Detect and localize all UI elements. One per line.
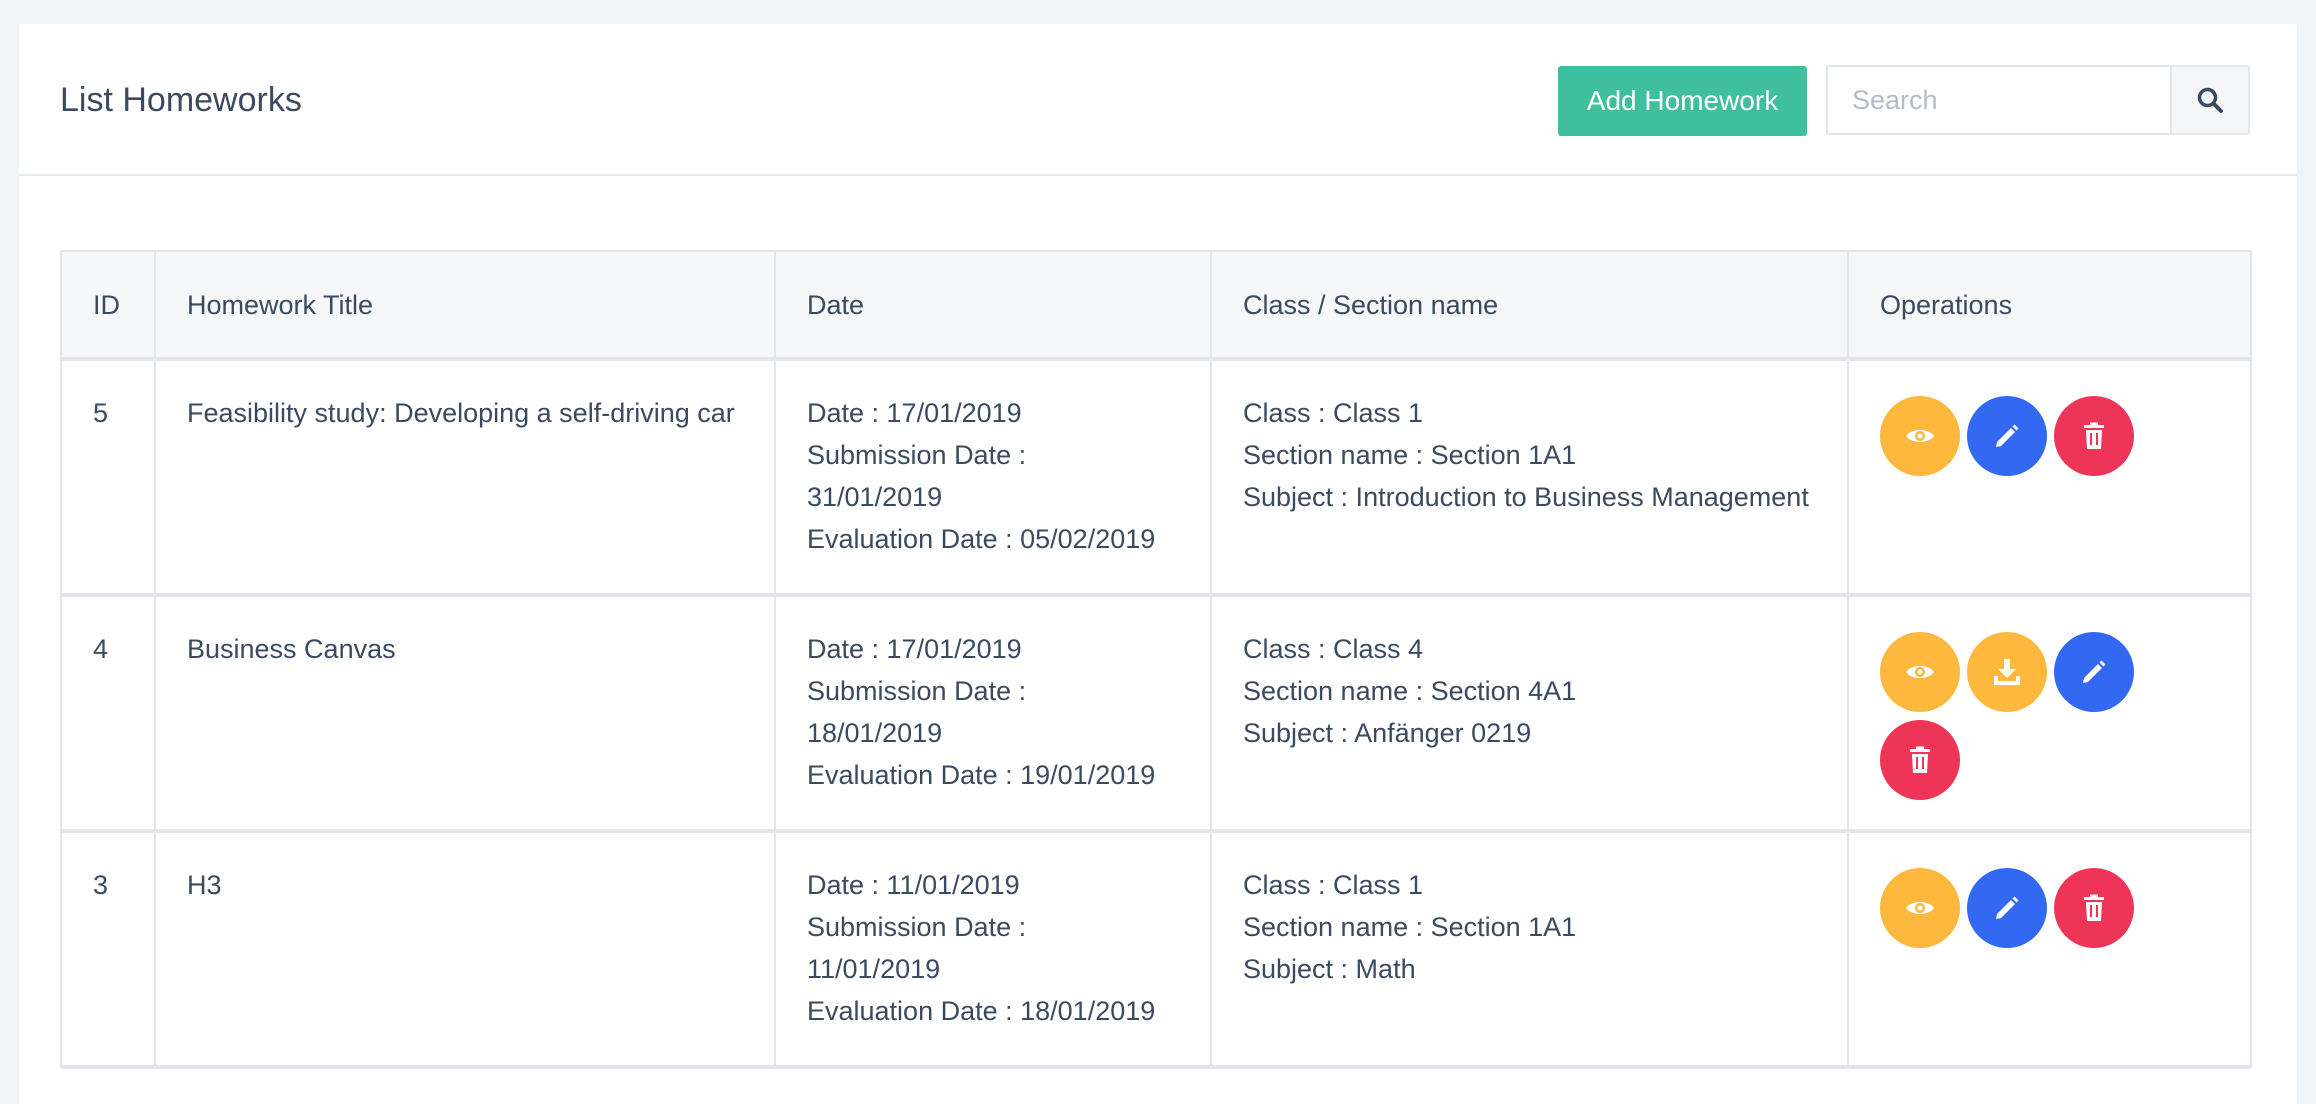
eye-icon xyxy=(1906,430,1934,442)
class-line: Class : Class 1 xyxy=(1243,398,1424,428)
delete-button[interactable] xyxy=(2054,396,2134,476)
edit-button[interactable] xyxy=(1967,396,2047,476)
cell-dates: Date : 17/01/2019 Submission Date : 31/0… xyxy=(774,358,1212,597)
operations-group xyxy=(1880,396,2150,476)
submission-date-value: 31/01/2019 xyxy=(807,482,943,512)
date-line: Date : 17/01/2019 xyxy=(807,634,1022,664)
view-button[interactable] xyxy=(1880,632,1960,712)
pencil-icon xyxy=(2083,660,2106,683)
class-line: Class : Class 4 xyxy=(1243,634,1424,664)
submission-date-label: Submission Date : xyxy=(807,676,1027,706)
cell-class-section: Class : Class 1 Section name : Section 1… xyxy=(1210,830,1849,1069)
subject-line: Subject : Introduction to Business Manag… xyxy=(1243,482,1809,512)
homework-table: ID Homework Title Date Class / Section n… xyxy=(60,250,2252,1069)
section-line: Section name : Section 1A1 xyxy=(1243,912,1577,942)
edit-button[interactable] xyxy=(1967,868,2047,948)
submission-date-label: Submission Date : xyxy=(807,912,1027,942)
cell-id: 5 xyxy=(60,358,156,597)
column-header-id: ID xyxy=(60,250,156,361)
trash-icon xyxy=(2084,422,2104,449)
column-header-date: Date xyxy=(774,250,1212,361)
column-header-title: Homework Title xyxy=(154,250,776,361)
operations-group xyxy=(1880,632,2150,800)
column-header-class-section: Class / Section name xyxy=(1210,250,1849,361)
delete-button[interactable] xyxy=(2054,868,2134,948)
cell-id: 3 xyxy=(60,830,156,1069)
cell-operations xyxy=(1847,594,2252,833)
cell-title: Feasibility study: Developing a self-dri… xyxy=(154,358,776,597)
view-button[interactable] xyxy=(1880,396,1960,476)
eye-icon xyxy=(1906,902,1934,914)
cell-id: 4 xyxy=(60,594,156,833)
table-row: 3 H3 Date : 11/01/2019 Submission Date :… xyxy=(60,830,2252,1069)
download-icon xyxy=(1994,659,2020,685)
delete-button[interactable] xyxy=(1880,720,1960,800)
view-button[interactable] xyxy=(1880,868,1960,948)
table-row: 5 Feasibility study: Developing a self-d… xyxy=(60,358,2252,597)
search-icon xyxy=(2197,87,2223,113)
search-box xyxy=(1826,65,2250,135)
trash-icon xyxy=(1910,746,1930,773)
submission-date-value: 11/01/2019 xyxy=(807,954,941,984)
submission-date-label: Submission Date : xyxy=(807,440,1027,470)
cell-title: Business Canvas xyxy=(154,594,776,833)
cell-class-section: Class : Class 1 Section name : Section 1… xyxy=(1210,358,1849,597)
table-row: 4 Business Canvas Date : 17/01/2019 Subm… xyxy=(60,594,2252,833)
cell-operations xyxy=(1847,358,2252,597)
add-homework-button[interactable]: Add Homework xyxy=(1558,66,1807,136)
evaluation-date-line: Evaluation Date : 18/01/2019 xyxy=(807,996,1156,1026)
cell-title: H3 xyxy=(154,830,776,1069)
submission-date-value: 18/01/2019 xyxy=(807,718,943,748)
pencil-icon xyxy=(1996,896,2019,919)
section-line: Section name : Section 4A1 xyxy=(1243,676,1577,706)
class-line: Class : Class 1 xyxy=(1243,870,1424,900)
operations-group xyxy=(1880,868,2150,948)
evaluation-date-line: Evaluation Date : 19/01/2019 xyxy=(807,760,1156,790)
cell-operations xyxy=(1847,830,2252,1069)
section-line: Section name : Section 1A1 xyxy=(1243,440,1577,470)
eye-icon xyxy=(1906,666,1934,678)
edit-button[interactable] xyxy=(2054,632,2134,712)
card-header: List Homeworks Add Homework xyxy=(19,24,2297,176)
download-button[interactable] xyxy=(1967,632,2047,712)
date-line: Date : 11/01/2019 xyxy=(807,870,1020,900)
search-input[interactable] xyxy=(1828,67,2172,133)
cell-dates: Date : 17/01/2019 Submission Date : 18/0… xyxy=(774,594,1212,833)
column-header-operations: Operations xyxy=(1847,250,2252,361)
search-button[interactable] xyxy=(2170,67,2248,133)
subject-line: Subject : Math xyxy=(1243,954,1416,984)
cell-class-section: Class : Class 4 Section name : Section 4… xyxy=(1210,594,1849,833)
date-line: Date : 17/01/2019 xyxy=(807,398,1022,428)
page-title: List Homeworks xyxy=(60,81,302,119)
pencil-icon xyxy=(1996,424,2019,447)
subject-line: Subject : Anfänger 0219 xyxy=(1243,718,1532,748)
table-header-row: ID Homework Title Date Class / Section n… xyxy=(60,250,2252,361)
trash-icon xyxy=(2084,894,2104,921)
cell-dates: Date : 11/01/2019 Submission Date : 11/0… xyxy=(774,830,1212,1069)
evaluation-date-line: Evaluation Date : 05/02/2019 xyxy=(807,524,1156,554)
